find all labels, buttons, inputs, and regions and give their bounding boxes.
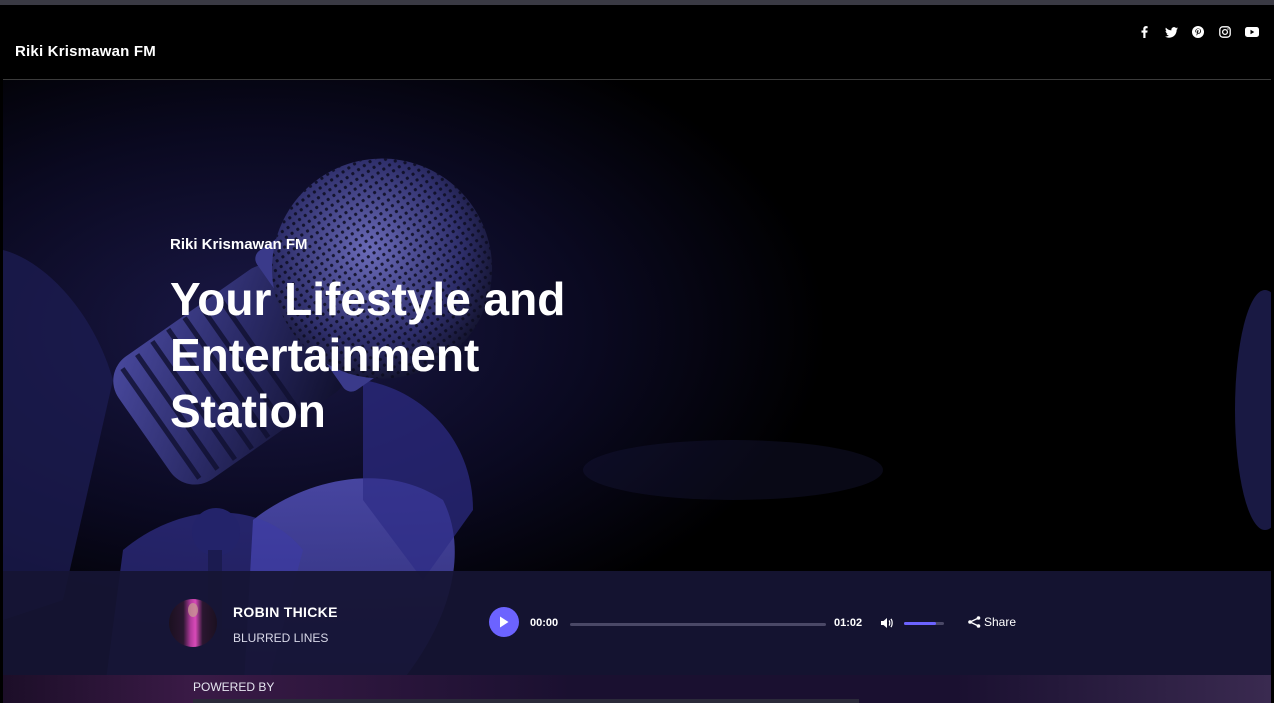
share-label: Share [984, 615, 1017, 629]
volume-slider[interactable] [904, 622, 944, 625]
volume-icon[interactable] [881, 616, 894, 634]
play-button[interactable] [489, 607, 519, 637]
song-title: BLURRED LINES [233, 631, 329, 645]
social-links [1137, 25, 1259, 39]
instagram-icon[interactable] [1218, 25, 1232, 39]
powered-by-divider [193, 699, 859, 703]
progress-bar[interactable] [570, 623, 826, 626]
album-art [169, 599, 217, 647]
youtube-icon[interactable] [1245, 25, 1259, 39]
powered-by-bar: POWERED BY [3, 675, 1271, 703]
play-icon [500, 616, 509, 628]
hero-title: Your Lifestyle and Entertainment Station [170, 273, 566, 437]
facebook-icon[interactable] [1137, 25, 1151, 39]
artist-name: ROBIN THICKE [233, 604, 338, 620]
hero-content: Riki Krismawan FM Your Lifestyle and Ent… [170, 236, 590, 439]
powered-by-label: POWERED BY [193, 680, 275, 694]
share-button[interactable]: Share [968, 615, 1016, 629]
hero-subtitle: Riki Krismawan FM [170, 236, 308, 253]
share-icon [968, 616, 981, 628]
total-time: 01:02 [834, 617, 863, 629]
volume-fill [904, 622, 936, 625]
site-header: Riki Krismawan FM [3, 5, 1271, 80]
audio-player: ROBIN THICKE BLURRED LINES 00:00 01:02 S… [3, 571, 1271, 675]
twitter-icon[interactable] [1164, 25, 1178, 39]
current-time: 00:00 [530, 617, 559, 629]
pinterest-icon[interactable] [1191, 25, 1205, 39]
brand-logo-text[interactable]: Riki Krismawan FM [15, 43, 156, 60]
page-frame: Riki Krismawan FM Riki Krismawan FM Your… [3, 5, 1271, 703]
